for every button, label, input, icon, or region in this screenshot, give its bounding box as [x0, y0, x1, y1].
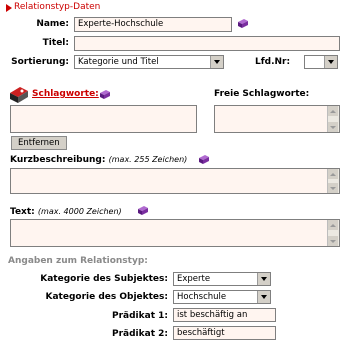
praedikat2-input[interactable]: beschäftigt	[173, 326, 276, 340]
scroll-down-icon[interactable]	[328, 183, 338, 193]
scroll-up-icon[interactable]	[328, 169, 338, 179]
titel-input[interactable]	[74, 36, 340, 51]
objekt-selected-value: Hochschule	[177, 292, 227, 302]
kurzbeschreibung-textarea[interactable]	[10, 168, 340, 194]
schlagworte-label[interactable]: Schlagworte:	[32, 89, 99, 99]
chevron-down-icon	[257, 273, 270, 285]
entfernen-button[interactable]: Entfernen	[11, 136, 67, 150]
scrollbar[interactable]	[327, 220, 339, 246]
objekt-label: Kategorie des Objektes:	[45, 292, 168, 302]
kurzbeschreibung-hint: (max. 255 Zeichen)	[108, 155, 188, 164]
kurzbeschreibung-label-row: Kurzbeschreibung: (max. 255 Zeichen)	[10, 155, 187, 165]
section-bullet-icon	[6, 4, 12, 15]
book-icon[interactable]	[237, 19, 249, 29]
name-label: Name:	[36, 19, 69, 29]
book-icon[interactable]	[198, 155, 210, 165]
freie-schlagworte-textarea[interactable]	[214, 105, 340, 133]
subjekt-label: Kategorie des Subjektes:	[40, 274, 168, 284]
book-icon[interactable]	[99, 90, 111, 100]
scroll-down-icon[interactable]	[328, 236, 338, 246]
section-title: Relationstyp-Daten	[14, 2, 101, 12]
text-label-row: Text: (max. 4000 Zeichen)	[10, 207, 122, 217]
kurzbeschreibung-label: Kurzbeschreibung:	[10, 155, 106, 165]
text-hint: (max. 4000 Zeichen)	[37, 207, 122, 216]
freie-schlagworte-label: Freie Schlagworte:	[214, 89, 310, 99]
praedikat2-label: Prädikat 2:	[112, 329, 168, 339]
sortierung-label: Sortierung:	[11, 57, 69, 67]
praedikat1-label: Prädikat 1:	[112, 311, 168, 321]
sortierung-select[interactable]: Kategorie und Titel	[74, 55, 224, 69]
titel-label: Titel:	[42, 38, 69, 48]
sortierung-selected-value: Kategorie und Titel	[78, 57, 159, 67]
praedikat1-input[interactable]: ist beschäftig an	[173, 308, 276, 322]
name-input[interactable]: Experte-Hochschule	[74, 17, 232, 32]
scrollbar[interactable]	[327, 169, 339, 193]
lfdnr-select[interactable]	[304, 55, 338, 69]
chevron-down-icon	[324, 56, 337, 68]
scroll-up-icon[interactable]	[328, 106, 338, 116]
keyword-tag-icon	[10, 87, 28, 103]
chevron-down-icon	[257, 291, 270, 303]
subjekt-select[interactable]: Experte	[173, 272, 271, 286]
chevron-down-icon	[210, 56, 223, 68]
lfdnr-label: Lfd.Nr:	[255, 57, 291, 67]
schlagworte-list[interactable]	[10, 105, 197, 133]
objekt-select[interactable]: Hochschule	[173, 290, 271, 304]
book-icon[interactable]	[137, 206, 149, 216]
scrollbar[interactable]	[327, 106, 339, 132]
scroll-up-icon[interactable]	[328, 220, 338, 230]
relation-section-title: Angaben zum Relationstyp:	[8, 256, 148, 266]
subjekt-selected-value: Experte	[177, 274, 211, 284]
text-label: Text:	[10, 207, 35, 217]
scroll-down-icon[interactable]	[328, 122, 338, 132]
text-textarea[interactable]	[10, 219, 340, 247]
